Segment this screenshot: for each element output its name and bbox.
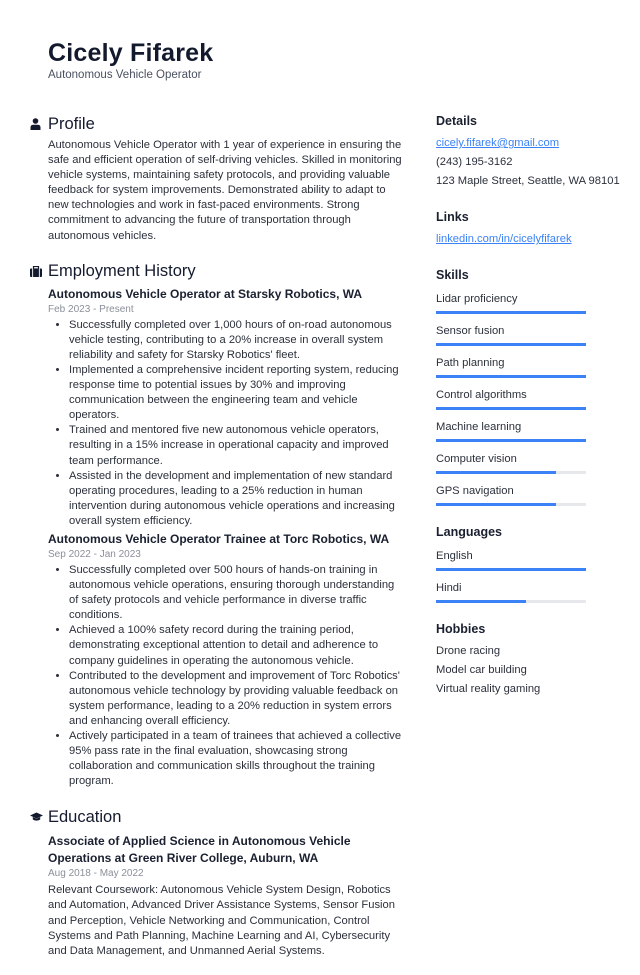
- skill-label: Path planning: [436, 357, 505, 369]
- language-item: English: [436, 545, 626, 571]
- job-bullet: Successfully completed over 1,000 hours …: [69, 318, 402, 363]
- language-label: English: [436, 550, 473, 562]
- skill-level-fill: [436, 407, 586, 410]
- profile-section: Profile Autonomous Vehicle Operator with…: [30, 112, 402, 244]
- education-dates: Aug 2018 - May 2022: [48, 868, 144, 880]
- job-bullet: Contributed to the development and impro…: [69, 669, 402, 729]
- links-section: Links linkedin.com/in/cicelyfifarek: [436, 209, 626, 249]
- job-title: Autonomous Vehicle Operator at Starsky R…: [48, 286, 363, 301]
- job-bullets: Successfully completed over 1,000 hours …: [48, 318, 402, 529]
- phone-number: (243) 195-3162: [436, 156, 513, 168]
- skill-level-bar: [436, 311, 586, 314]
- sidebar-column: Details cicely.fifarek@gmail.com (243) 1…: [436, 113, 626, 717]
- hobbies-section: Hobbies Drone racing Model car building …: [436, 621, 626, 699]
- address: 123 Maple Street, Seattle, WA 98101: [436, 175, 620, 187]
- skill-label: Control algorithms: [436, 389, 527, 401]
- language-item: Hindi: [436, 577, 626, 603]
- language-level-bar: [436, 568, 586, 571]
- skills-title: Skills: [436, 268, 469, 282]
- language-label: Hindi: [436, 582, 462, 594]
- education-section: Education Associate of Applied Science i…: [30, 805, 402, 958]
- education-entry: Associate of Applied Science in Autonomo…: [48, 833, 402, 958]
- job-bullet: Assisted in the development and implemen…: [69, 469, 402, 529]
- briefcase-icon: [30, 266, 48, 278]
- skill-level-bar: [436, 407, 586, 410]
- skill-item: Control algorithms: [436, 384, 626, 410]
- job-bullet: Successfully completed over 500 hours of…: [69, 563, 402, 623]
- profile-heading: Profile: [30, 112, 402, 136]
- job-bullet: Achieved a 100% safety record during the…: [69, 623, 402, 668]
- skill-level-fill: [436, 471, 556, 474]
- resume-header: Cicely Fifarek Autonomous Vehicle Operat…: [48, 38, 213, 82]
- details-section: Details cicely.fifarek@gmail.com (243) 1…: [436, 113, 626, 191]
- details-title: Details: [436, 114, 477, 128]
- employment-section: Employment History Autonomous Vehicle Op…: [30, 260, 402, 790]
- job-bullet: Trained and mentored five new autonomous…: [69, 423, 402, 468]
- job-entry: Autonomous Vehicle Operator Trainee at T…: [48, 531, 402, 789]
- hobby-item: Virtual reality gaming: [436, 683, 541, 695]
- languages-section: Languages English Hindi: [436, 524, 626, 603]
- skill-level-bar: [436, 439, 586, 442]
- employment-title: Employment History: [48, 262, 196, 281]
- skill-item: Lidar proficiency: [436, 288, 626, 314]
- skill-level-fill: [436, 375, 586, 378]
- email-link[interactable]: cicely.fifarek@gmail.com: [436, 137, 559, 149]
- job-title: Autonomous Vehicle Operator Trainee at T…: [48, 531, 390, 546]
- skill-level-fill: [436, 503, 556, 506]
- hobby-item: Drone racing: [436, 645, 501, 657]
- job-dates: Sep 2022 - Jan 2023: [48, 548, 141, 560]
- employment-heading: Employment History: [30, 260, 402, 284]
- language-level-bar: [436, 600, 586, 603]
- person-icon: [30, 118, 48, 130]
- skill-level-bar: [436, 343, 586, 346]
- coursework: Relevant Coursework: Autonomous Vehicle …: [48, 884, 395, 957]
- skills-section: Skills Lidar proficiency Sensor fusion Pat…: [436, 267, 626, 506]
- language-level-fill: [436, 568, 586, 571]
- candidate-title: Autonomous Vehicle Operator: [48, 69, 202, 81]
- job-entry: Autonomous Vehicle Operator at Starsky R…: [48, 286, 402, 529]
- profile-summary: Autonomous Vehicle Operator with 1 year …: [48, 139, 402, 242]
- graduation-cap-icon: [30, 812, 48, 822]
- degree-title: Associate of Applied Science in Autonomo…: [48, 834, 351, 866]
- skill-item: Sensor fusion: [436, 320, 626, 346]
- skill-item: GPS navigation: [436, 480, 626, 506]
- skill-level-bar: [436, 471, 586, 474]
- skill-level-fill: [436, 343, 586, 346]
- skill-label: Lidar proficiency: [436, 293, 518, 305]
- skill-label: Machine learning: [436, 421, 522, 433]
- profile-title: Profile: [48, 114, 95, 133]
- skill-label: Sensor fusion: [436, 325, 505, 337]
- skill-level-bar: [436, 503, 586, 506]
- job-bullets: Successfully completed over 500 hours of…: [48, 563, 402, 789]
- skill-label: Computer vision: [436, 453, 517, 465]
- language-level-fill: [436, 600, 526, 603]
- languages-title: Languages: [436, 525, 502, 539]
- job-dates: Feb 2023 - Present: [48, 303, 134, 315]
- job-bullet: Actively participated in a team of train…: [69, 729, 402, 789]
- candidate-name: Cicely Fifarek: [48, 39, 214, 67]
- job-bullet: Implemented a comprehensive incident rep…: [69, 363, 402, 423]
- links-title: Links: [436, 210, 469, 224]
- education-title: Education: [48, 807, 122, 826]
- linkedin-link[interactable]: linkedin.com/in/cicelyfifarek: [436, 233, 572, 245]
- education-heading: Education: [30, 805, 402, 829]
- skill-label: GPS navigation: [436, 485, 514, 497]
- skill-level-bar: [436, 375, 586, 378]
- skill-item: Path planning: [436, 352, 626, 378]
- hobby-item: Model car building: [436, 664, 527, 676]
- skill-item: Computer vision: [436, 448, 626, 474]
- hobbies-title: Hobbies: [436, 622, 486, 636]
- skill-item: Machine learning: [436, 416, 626, 442]
- skill-level-fill: [436, 439, 586, 442]
- skill-level-fill: [436, 311, 586, 314]
- main-column: Profile Autonomous Vehicle Operator with…: [30, 112, 402, 975]
